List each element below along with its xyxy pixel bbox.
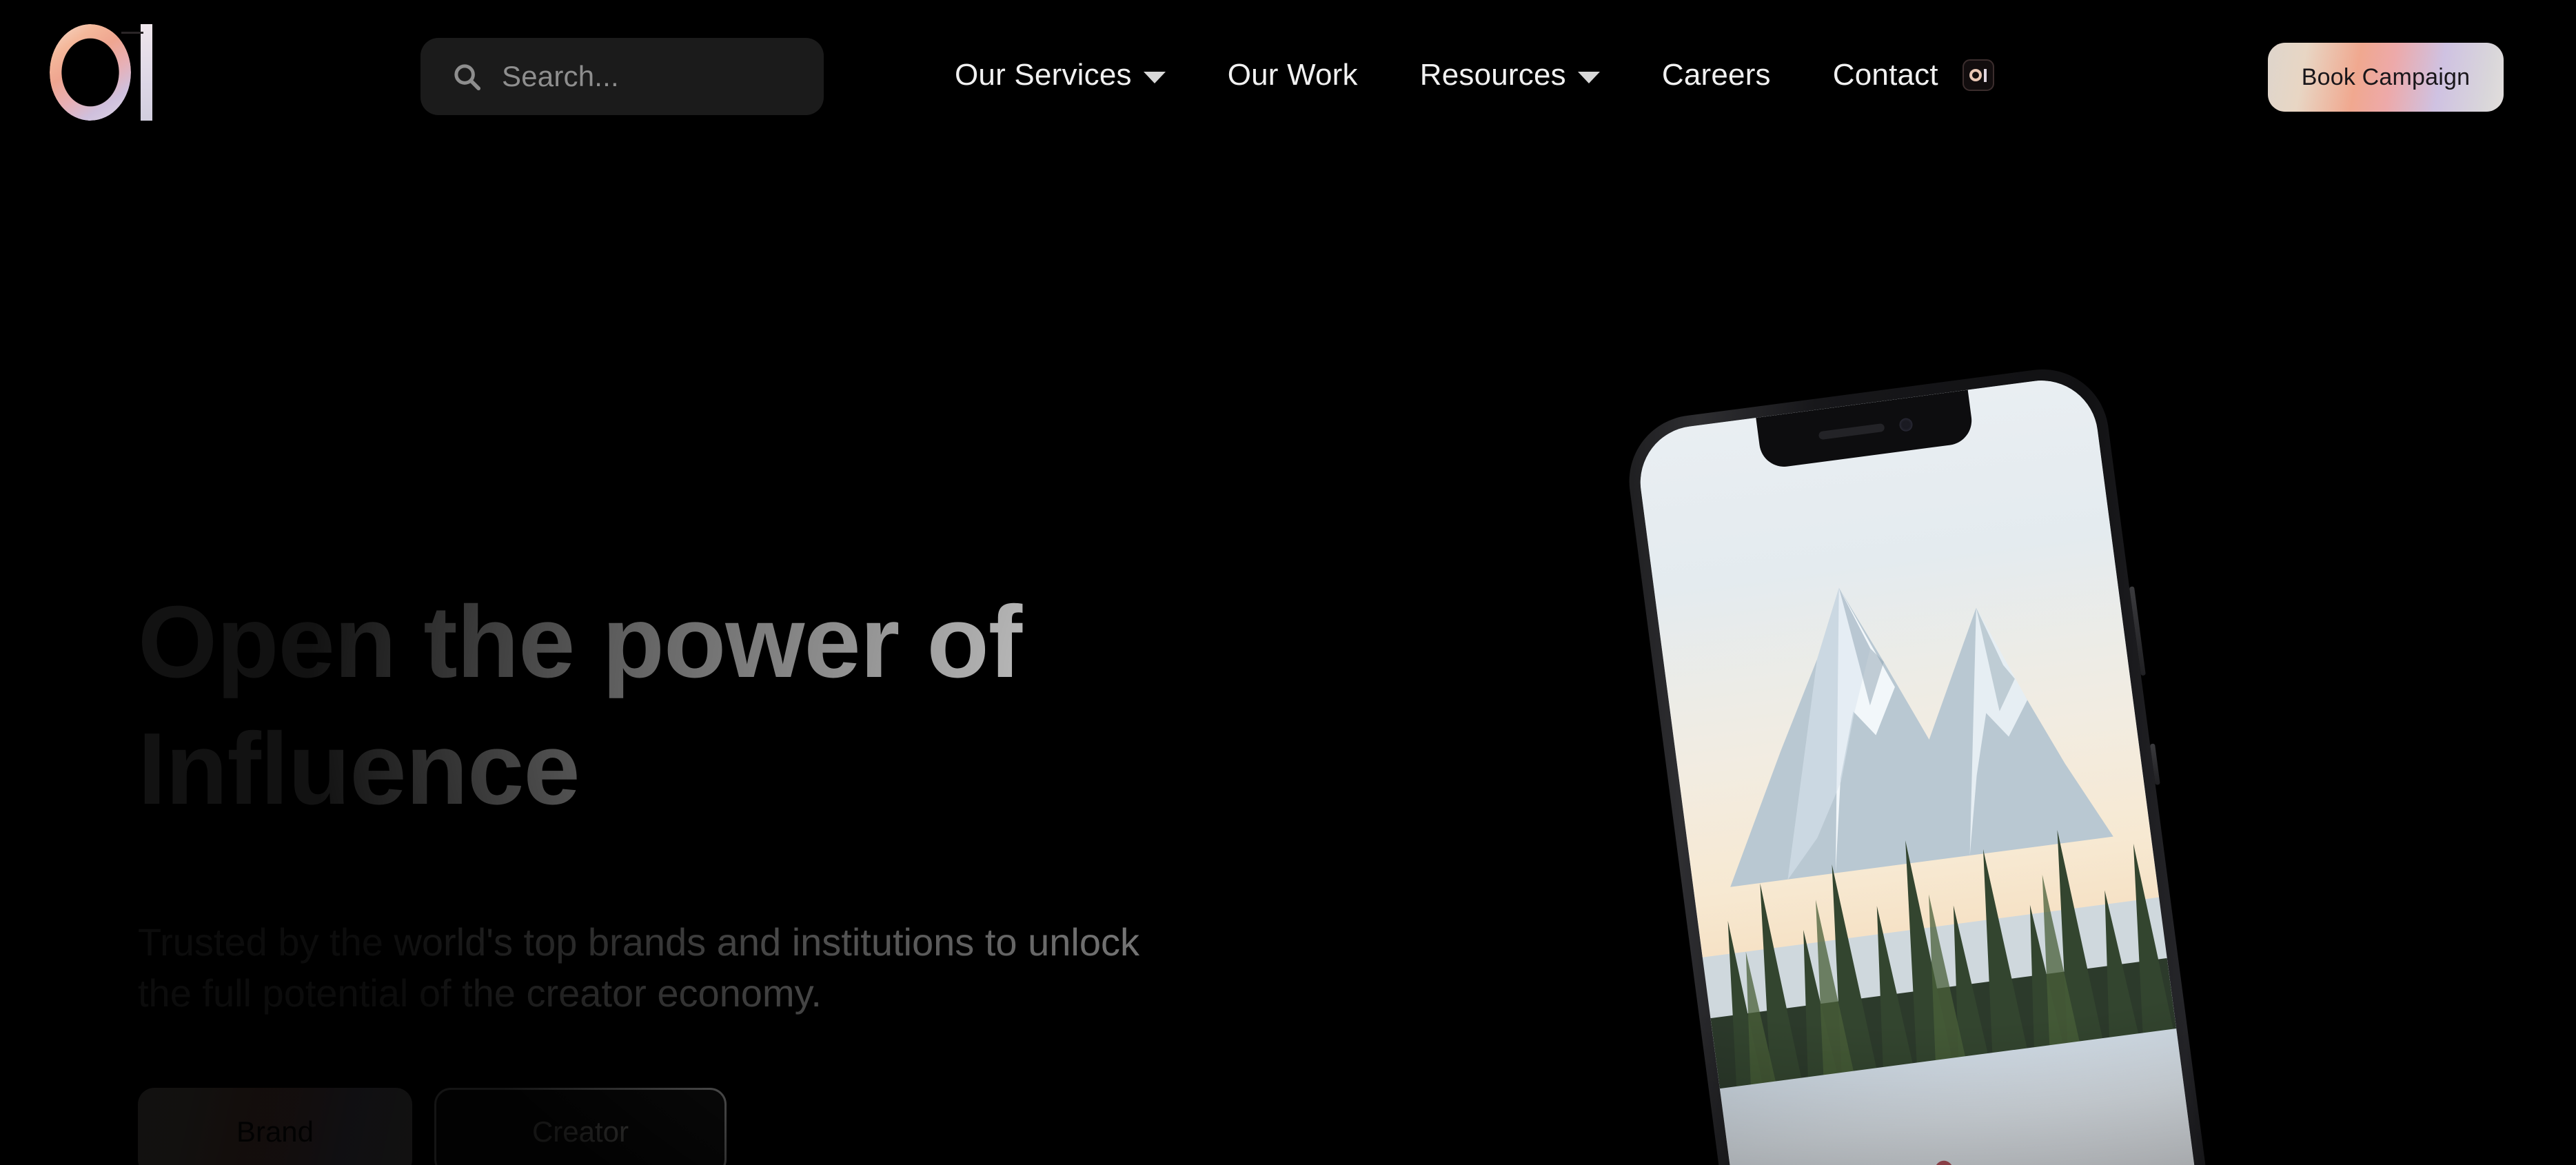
volume-button[interactable] bbox=[2129, 586, 2146, 676]
power-button[interactable] bbox=[2149, 743, 2160, 785]
brand-logo[interactable] bbox=[50, 21, 196, 124]
headline-line-2: Influence bbox=[138, 711, 580, 826]
brand-button[interactable]: Brand bbox=[138, 1088, 412, 1165]
nav-label-our-services: Our Services bbox=[955, 58, 1132, 92]
front-camera-icon bbox=[1898, 417, 1914, 432]
chevron-down-icon bbox=[1143, 71, 1166, 83]
nav-item-our-work[interactable]: Our Work bbox=[1197, 58, 1389, 92]
search-placeholder-text: Search... bbox=[502, 60, 619, 92]
headline-line-1: Open the power of bbox=[138, 585, 1022, 699]
search-input[interactable]: Search... bbox=[420, 38, 824, 115]
phone-mockup bbox=[1539, 345, 2349, 1165]
badge-o-icon bbox=[1969, 69, 1982, 81]
nav-label-contact: Contact bbox=[1832, 58, 1938, 92]
creator-button[interactable]: Creator bbox=[434, 1088, 727, 1165]
logo-o-icon bbox=[50, 24, 131, 121]
brand-mark-badge-icon bbox=[1962, 59, 1994, 91]
logo-i-icon bbox=[141, 24, 152, 121]
primary-navigation: Our Services Our Work Resources Careers … bbox=[924, 0, 2025, 150]
earpiece-speaker-icon bbox=[1818, 423, 1885, 440]
phone-screen bbox=[1633, 374, 2213, 1165]
badge-i-icon bbox=[1984, 68, 1987, 82]
book-campaign-button[interactable]: Book Campaign bbox=[2268, 43, 2504, 112]
nav-item-careers[interactable]: Careers bbox=[1631, 58, 1802, 92]
nav-item-our-services[interactable]: Our Services bbox=[924, 58, 1197, 92]
logo-tick-icon bbox=[121, 32, 143, 34]
chevron-down-icon bbox=[1577, 71, 1600, 83]
nav-item-resources[interactable]: Resources bbox=[1389, 58, 1631, 92]
hero-subheadline: Trusted by the world's top brands and in… bbox=[138, 920, 1139, 1015]
phone-body bbox=[1621, 361, 2226, 1165]
search-icon bbox=[454, 64, 481, 91]
nav-label-resources: Resources bbox=[1419, 58, 1566, 92]
page-title: Open the power of Influence bbox=[138, 579, 1172, 832]
site-header: Search... Our Services Our Work Resource… bbox=[0, 0, 2576, 150]
hero-cta-group: Brand Creator bbox=[138, 1088, 727, 1165]
nav-item-contact[interactable]: Contact bbox=[1802, 58, 2025, 92]
nav-label-our-work: Our Work bbox=[1227, 58, 1358, 92]
hero-section: Open the power of Influence Trusted by t… bbox=[138, 0, 1310, 1165]
nav-label-careers: Careers bbox=[1661, 58, 1771, 92]
